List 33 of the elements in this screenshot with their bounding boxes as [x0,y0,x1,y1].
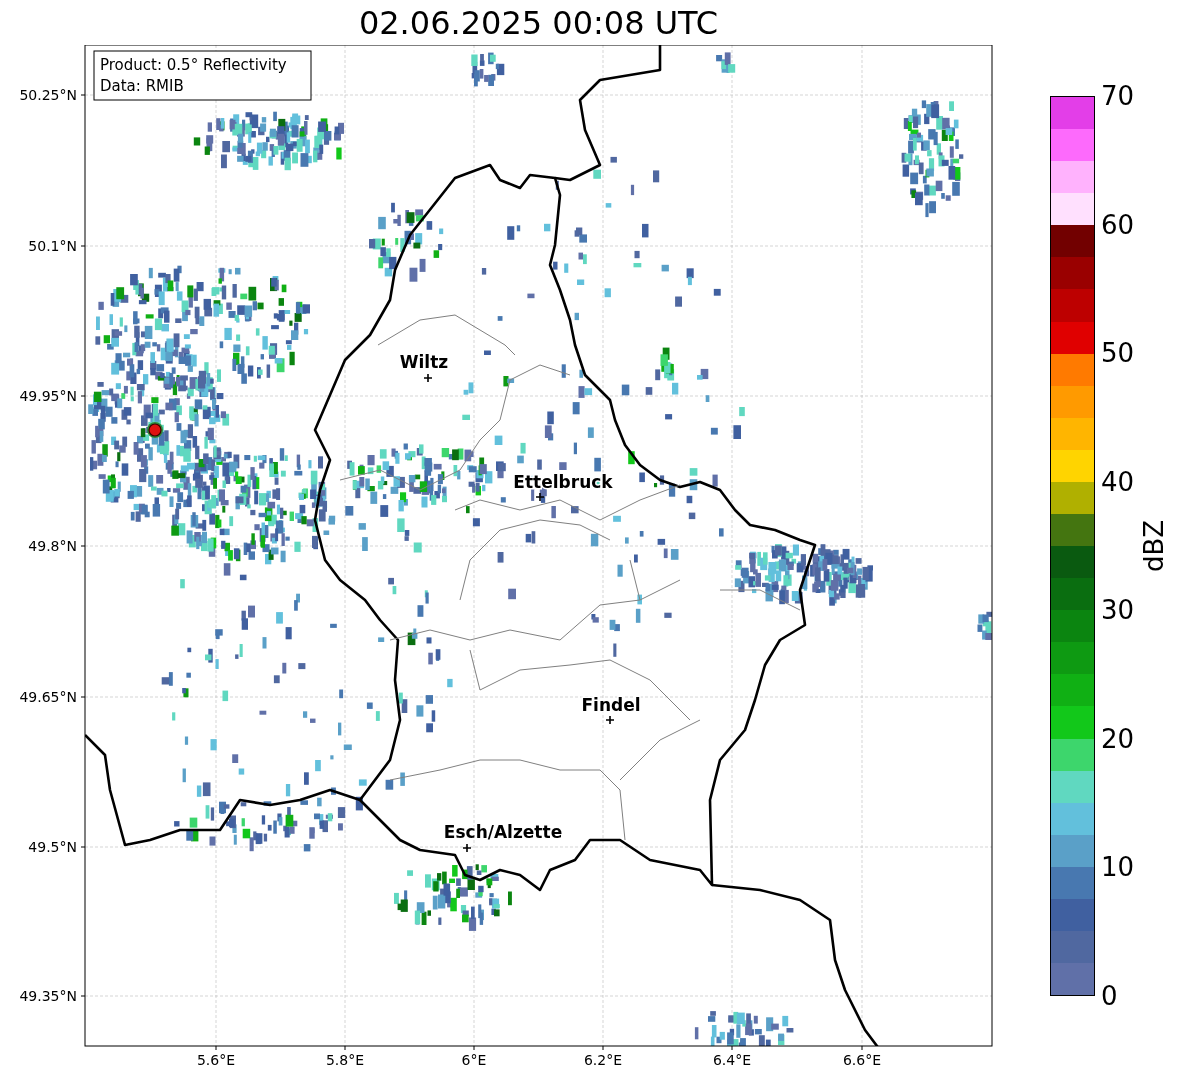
plus-icon [605,715,615,725]
tick-label: 6.6°E [842,1052,882,1068]
tick-label: 49.5°N [28,839,77,855]
radar-site-icon [147,422,163,438]
chart-title: 02.06.2025 00:08 UTC [358,6,719,39]
tick-label: 50.25°N [19,87,77,103]
tick-label: 40 [1100,466,1135,497]
tick-label: 49.95°N [19,388,77,404]
tick-label: 20 [1100,723,1135,754]
tick-label: 6°E [461,1052,487,1068]
tick-label: 5.8°E [325,1052,365,1068]
tick-label: 6.4°E [712,1052,752,1068]
tick-label: 50 [1100,338,1135,369]
city-label: Wiltz [399,352,449,372]
info-text: Data: RMIB [100,77,184,95]
city-label: Esch/Alzette [443,822,563,842]
colorbar-label: dBZ [1139,519,1170,573]
plus-icon [535,492,545,502]
tick-label: 10 [1100,852,1135,883]
tick-label: 49.8°N [28,538,77,554]
plus-icon [462,843,472,853]
tick-label: 0 [1100,980,1119,1011]
tick-label: 60 [1100,209,1135,240]
tick-label: 49.65°N [19,689,77,705]
tick-label: 70 [1100,81,1135,111]
plus-icon [423,373,433,383]
tick-label: 6.2°E [583,1052,623,1068]
info-text: Product: 0.5° Reflectivity [100,56,287,74]
tick-label: 30 [1100,595,1135,626]
tick-label: 49.35°N [19,988,77,1004]
city-label: Findel [581,695,641,715]
tick-label: 50.1°N [28,238,77,254]
tick-label: 5.6°E [196,1052,236,1068]
